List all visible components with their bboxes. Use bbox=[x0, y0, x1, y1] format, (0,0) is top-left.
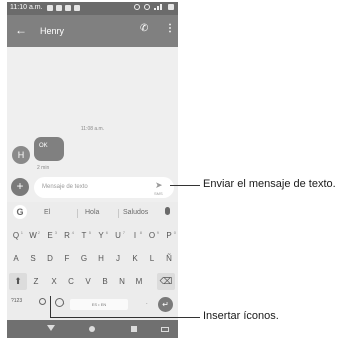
symbols-key[interactable]: ?123 bbox=[11, 298, 22, 304]
nav-recent-icon[interactable] bbox=[131, 326, 137, 332]
heart-icon bbox=[56, 5, 62, 11]
backspace-key[interactable]: ⌫ bbox=[157, 273, 175, 290]
key-q[interactable]: Q1 bbox=[9, 228, 23, 244]
key-l[interactable]: L bbox=[145, 251, 159, 267]
nav-back-icon[interactable] bbox=[47, 325, 55, 331]
photo-icon bbox=[65, 5, 71, 11]
key-j[interactable]: J bbox=[111, 251, 125, 267]
message-time: 2 min bbox=[37, 165, 50, 171]
app-bar: ← Henry ✆ ⋮ bbox=[7, 15, 178, 47]
send-icon[interactable]: ➤ bbox=[155, 180, 163, 191]
keyboard: G El Hola Saludos Q1 W2 E3 R4 T5 Y6 U7 I… bbox=[7, 202, 178, 320]
key-y[interactable]: Y6 bbox=[94, 228, 108, 244]
key-w[interactable]: W2 bbox=[26, 228, 40, 244]
figure: 11:10 a.m. ← Henry ✆ ⋮ 11:08 a.m. OK H 2… bbox=[0, 0, 358, 341]
key-p[interactable]: P0 bbox=[162, 228, 176, 244]
key-row-3: ⬆ Z X C V B N M ⌫ bbox=[7, 272, 178, 294]
status-bar: 11:10 a.m. bbox=[7, 2, 178, 15]
time-divider: 11:08 a.m. bbox=[80, 126, 105, 132]
key-row-1: Q1 W2 E3 R4 T5 Y6 U7 I8 O9 P0 bbox=[7, 226, 178, 248]
enter-key[interactable]: ↵ bbox=[158, 297, 173, 312]
send-label: SMS bbox=[154, 191, 163, 196]
key-v[interactable]: V bbox=[81, 274, 95, 290]
send-callout-label: Enviar el mensaje de texto. bbox=[203, 178, 336, 190]
key-d[interactable]: D bbox=[43, 251, 57, 267]
key-z[interactable]: Z bbox=[29, 274, 43, 290]
key-row-4: ?123 , ES • EN . ↵ bbox=[7, 295, 178, 317]
emoji-icon[interactable] bbox=[39, 298, 46, 305]
nav-home-icon[interactable] bbox=[89, 326, 95, 332]
key-t[interactable]: T5 bbox=[77, 228, 91, 244]
message-input[interactable]: Mensaje de texto ➤ SMS bbox=[34, 177, 174, 198]
key-i[interactable]: I8 bbox=[128, 228, 142, 244]
key-b[interactable]: B bbox=[98, 274, 112, 290]
signal-icon bbox=[154, 4, 164, 10]
key-e[interactable]: E3 bbox=[43, 228, 57, 244]
key-h[interactable]: H bbox=[94, 251, 108, 267]
key-r[interactable]: R4 bbox=[60, 228, 74, 244]
message-icon bbox=[47, 5, 53, 11]
avatar[interactable]: H bbox=[12, 146, 30, 164]
more-vert-icon[interactable]: ⋮ bbox=[165, 23, 175, 34]
key-x[interactable]: X bbox=[47, 274, 61, 290]
wifi-icon bbox=[144, 4, 150, 10]
notification-icon bbox=[74, 5, 80, 11]
comma-key[interactable]: , bbox=[63, 300, 65, 306]
status-time: 11:10 a.m. bbox=[10, 4, 43, 11]
space-bar[interactable]: ES • EN bbox=[70, 299, 128, 310]
suggestion-1[interactable]: El bbox=[44, 209, 50, 216]
message-bubble[interactable]: OK bbox=[34, 137, 64, 161]
send-callout-line bbox=[170, 185, 200, 186]
emoji-callout-line bbox=[50, 317, 200, 318]
suggestion-divider bbox=[118, 209, 119, 218]
suggestion-2[interactable]: Hola bbox=[85, 209, 99, 216]
notification-icons bbox=[47, 5, 80, 11]
phone-icon[interactable]: ✆ bbox=[140, 23, 148, 34]
message-placeholder: Mensaje de texto bbox=[42, 184, 88, 190]
add-attachment-button[interactable]: + bbox=[11, 178, 29, 196]
key-enye[interactable]: Ñ bbox=[162, 251, 176, 267]
system-icons bbox=[134, 4, 174, 10]
alarm-icon bbox=[134, 4, 140, 10]
key-row-2: A S D F G H J K L Ñ bbox=[7, 249, 178, 271]
key-n[interactable]: N bbox=[115, 274, 129, 290]
battery-icon bbox=[168, 4, 174, 10]
suggestion-divider bbox=[77, 209, 78, 218]
keyboard-switch-icon[interactable] bbox=[161, 327, 169, 332]
key-k[interactable]: K bbox=[128, 251, 142, 267]
key-o[interactable]: O9 bbox=[145, 228, 159, 244]
key-m[interactable]: M bbox=[132, 274, 146, 290]
contact-name: Henry bbox=[40, 26, 65, 36]
suggestion-strip: G El Hola Saludos bbox=[7, 202, 178, 224]
key-f[interactable]: F bbox=[60, 251, 74, 267]
suggestion-3[interactable]: Saludos bbox=[123, 209, 148, 216]
key-s[interactable]: S bbox=[26, 251, 40, 267]
key-c[interactable]: C bbox=[64, 274, 78, 290]
navigation-bar bbox=[7, 320, 178, 338]
shift-key[interactable]: ⬆ bbox=[9, 273, 27, 290]
mic-icon[interactable] bbox=[165, 207, 170, 215]
period-key[interactable]: . bbox=[146, 300, 148, 306]
google-icon[interactable]: G bbox=[13, 205, 27, 219]
key-u[interactable]: U7 bbox=[111, 228, 125, 244]
key-a[interactable]: A bbox=[9, 251, 23, 267]
phone-screen: 11:10 a.m. ← Henry ✆ ⋮ 11:08 a.m. OK H 2… bbox=[7, 2, 178, 338]
emoji-callout-line-vertical bbox=[50, 296, 51, 317]
arrow-left-icon[interactable]: ← bbox=[15, 23, 27, 37]
key-g[interactable]: G bbox=[77, 251, 91, 267]
emoji-callout-label: Insertar íconos. bbox=[203, 310, 279, 322]
